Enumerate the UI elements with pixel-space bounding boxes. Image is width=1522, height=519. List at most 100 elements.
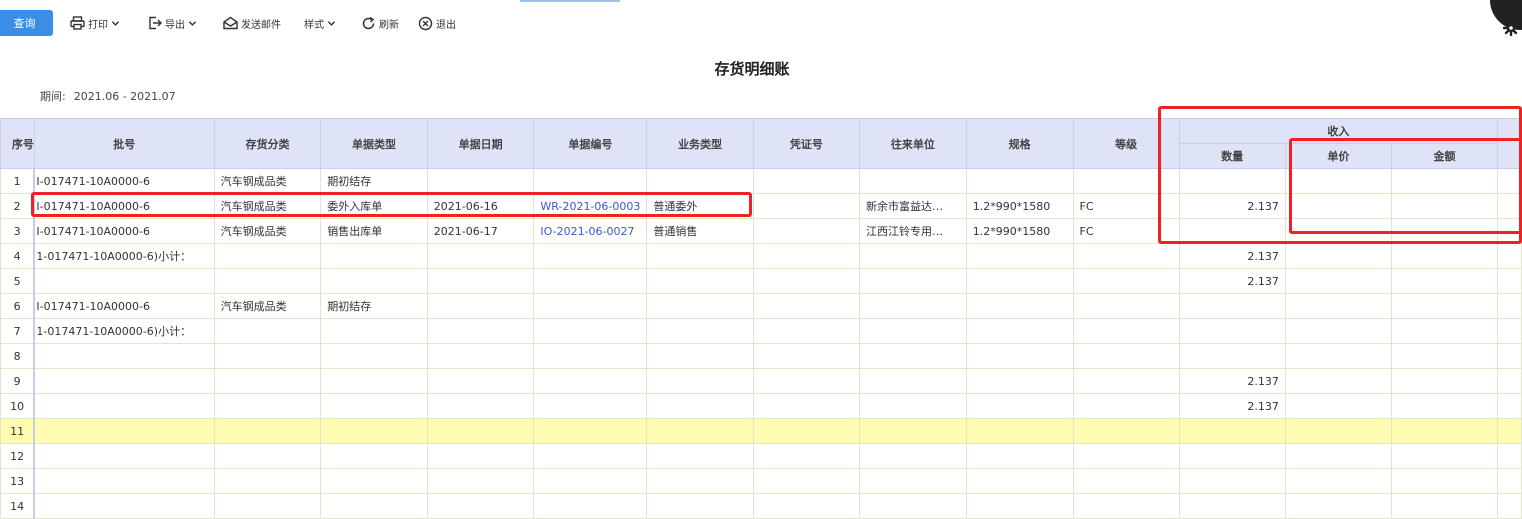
cell-voucher bbox=[752, 468, 860, 494]
top-accent-line bbox=[520, 0, 620, 2]
table-row[interactable]: 6 I-017471-10A0000-6 汽车钢成品类 期初结存 bbox=[0, 293, 1522, 319]
exit-button[interactable]: 退出 bbox=[418, 14, 456, 32]
table-row[interactable]: 14 bbox=[0, 493, 1522, 519]
cell-biz-type bbox=[646, 318, 754, 344]
header-doc-type[interactable]: 单据类型 bbox=[320, 118, 428, 169]
table-row[interactable]: 9 2.137 bbox=[0, 368, 1522, 394]
style-button[interactable]: 样式 bbox=[304, 14, 336, 32]
cell-qty: 2.137 bbox=[1178, 393, 1286, 419]
header-filler bbox=[1497, 118, 1522, 169]
cell-biz-type: 普通销售 bbox=[646, 218, 754, 244]
header-grade[interactable]: 等级 bbox=[1072, 118, 1180, 169]
header-doc-date[interactable]: 单据日期 bbox=[426, 118, 535, 169]
cell-biz-type bbox=[646, 493, 754, 519]
cell-doc-type bbox=[320, 443, 428, 469]
cell-amount bbox=[1390, 293, 1499, 319]
cell-grade bbox=[1072, 243, 1180, 269]
header-qty[interactable]: 数量 bbox=[1178, 143, 1286, 169]
cell-qty: 2.137 bbox=[1178, 368, 1286, 394]
table-row[interactable]: 11 bbox=[0, 418, 1522, 444]
cell-batch: 1-017471-10A0000-6)小计： bbox=[33, 243, 215, 269]
cell-spec bbox=[965, 468, 1074, 494]
gear-icon[interactable] bbox=[1503, 20, 1519, 36]
print-button[interactable]: 打印 bbox=[70, 14, 120, 32]
cell-unit-price bbox=[1284, 218, 1392, 244]
table-row[interactable]: 7 1-017471-10A0000-6)小计： bbox=[0, 318, 1522, 344]
cell-doc-type: 销售出库单 bbox=[320, 218, 428, 244]
cell-doc-no bbox=[533, 393, 648, 419]
cell-batch: I-017471-10A0000-6 bbox=[33, 193, 215, 219]
header-spec[interactable]: 规格 bbox=[965, 118, 1074, 169]
export-icon bbox=[149, 16, 162, 30]
cell-category: 汽车钢成品类 bbox=[213, 193, 322, 219]
cell-doc-no[interactable]: WR-2021-06-0003 bbox=[533, 193, 648, 219]
report-title: 存货明细账 bbox=[714, 60, 790, 78]
header-category[interactable]: 存货分类 bbox=[213, 118, 322, 169]
header-batch[interactable]: 批号 bbox=[33, 118, 215, 169]
header-income[interactable]: 收入 bbox=[1178, 118, 1499, 144]
cell-spec bbox=[965, 393, 1074, 419]
cell-grade: FC bbox=[1072, 193, 1180, 219]
send-mail-button[interactable]: 发送邮件 bbox=[223, 14, 281, 32]
cell-filler bbox=[1497, 243, 1522, 269]
cell-category bbox=[213, 243, 322, 269]
header-unit-price[interactable]: 单价 bbox=[1284, 143, 1392, 169]
cell-doc-date bbox=[426, 393, 535, 419]
cell-doc-no bbox=[533, 493, 648, 519]
cell-unit-price bbox=[1284, 418, 1392, 444]
cell-spec: 1.2*990*1580 bbox=[965, 218, 1074, 244]
cell-filler bbox=[1497, 343, 1522, 369]
header-amount[interactable]: 金额 bbox=[1390, 143, 1499, 169]
cell-filler bbox=[1497, 218, 1522, 244]
cell-biz-type bbox=[646, 443, 754, 469]
cell-amount bbox=[1390, 343, 1499, 369]
cell-amount bbox=[1390, 368, 1499, 394]
cell-category: 汽车钢成品类 bbox=[213, 218, 322, 244]
refresh-button[interactable]: 刷新 bbox=[361, 14, 399, 32]
header-doc-no[interactable]: 单据编号 bbox=[533, 118, 648, 169]
table-row[interactable]: 3 I-017471-10A0000-6 汽车钢成品类 销售出库单 2021-06-17… bbox=[0, 218, 1522, 244]
cell-category: 汽车钢成品类 bbox=[213, 293, 322, 319]
cell-grade bbox=[1072, 393, 1180, 419]
cell-doc-no bbox=[533, 318, 648, 344]
cell-unit-price bbox=[1284, 493, 1392, 519]
table-row[interactable]: 8 bbox=[0, 343, 1522, 369]
table-row[interactable]: 2 I-017471-10A0000-6 汽车钢成品类 委外入库单 2021-06-16… bbox=[0, 193, 1522, 219]
cell-spec bbox=[965, 493, 1074, 519]
cell-doc-type bbox=[320, 343, 428, 369]
header-biz-type[interactable]: 业务类型 bbox=[646, 118, 754, 169]
inventory-detail-table: 序号 批号 存货分类 单据类型 单据日期 单据编号 业务类型 凭证号 往来单位 … bbox=[0, 118, 1522, 519]
table-row[interactable]: 5 2.137 bbox=[0, 268, 1522, 294]
query-button[interactable]: 查询 bbox=[0, 10, 53, 36]
send-mail-label: 发送邮件 bbox=[241, 19, 281, 31]
cell-doc-date bbox=[426, 418, 535, 444]
cell-partner bbox=[858, 243, 967, 269]
cell-unit-price bbox=[1284, 168, 1392, 194]
cell-doc-type bbox=[320, 493, 428, 519]
cell-unit-price bbox=[1284, 468, 1392, 494]
header-voucher[interactable]: 凭证号 bbox=[752, 118, 860, 169]
cell-doc-no[interactable]: IO-2021-06-0027 bbox=[533, 218, 648, 244]
refresh-icon bbox=[362, 16, 375, 29]
cell-filler bbox=[1497, 393, 1522, 419]
table-row[interactable]: 13 bbox=[0, 468, 1522, 494]
cell-doc-date bbox=[426, 243, 535, 269]
print-label: 打印 bbox=[88, 19, 108, 31]
cell-partner: 新余市富益达… bbox=[858, 193, 967, 219]
cell-voucher bbox=[752, 418, 860, 444]
cell-grade bbox=[1072, 318, 1180, 344]
table-row[interactable]: 1 I-017471-10A0000-6 汽车钢成品类 期初结存 bbox=[0, 168, 1522, 194]
table-row[interactable]: 4 1-017471-10A0000-6)小计： 2.137 bbox=[0, 243, 1522, 269]
cell-batch bbox=[33, 343, 215, 369]
table-row[interactable]: 12 bbox=[0, 443, 1522, 469]
cell-grade bbox=[1072, 493, 1180, 519]
cell-unit-price bbox=[1284, 443, 1392, 469]
cell-partner bbox=[858, 268, 967, 294]
export-button[interactable]: 导出 bbox=[148, 14, 197, 32]
toolbar: 查询 打印 导出 发送邮件 样式 刷新 退出 bbox=[0, 6, 1522, 38]
cell-qty bbox=[1178, 493, 1286, 519]
cell-biz-type: 普通委外 bbox=[646, 193, 754, 219]
header-partner[interactable]: 往来单位 bbox=[858, 118, 967, 169]
header-idx[interactable]: 序号 bbox=[0, 118, 35, 169]
table-row[interactable]: 10 2.137 bbox=[0, 393, 1522, 419]
